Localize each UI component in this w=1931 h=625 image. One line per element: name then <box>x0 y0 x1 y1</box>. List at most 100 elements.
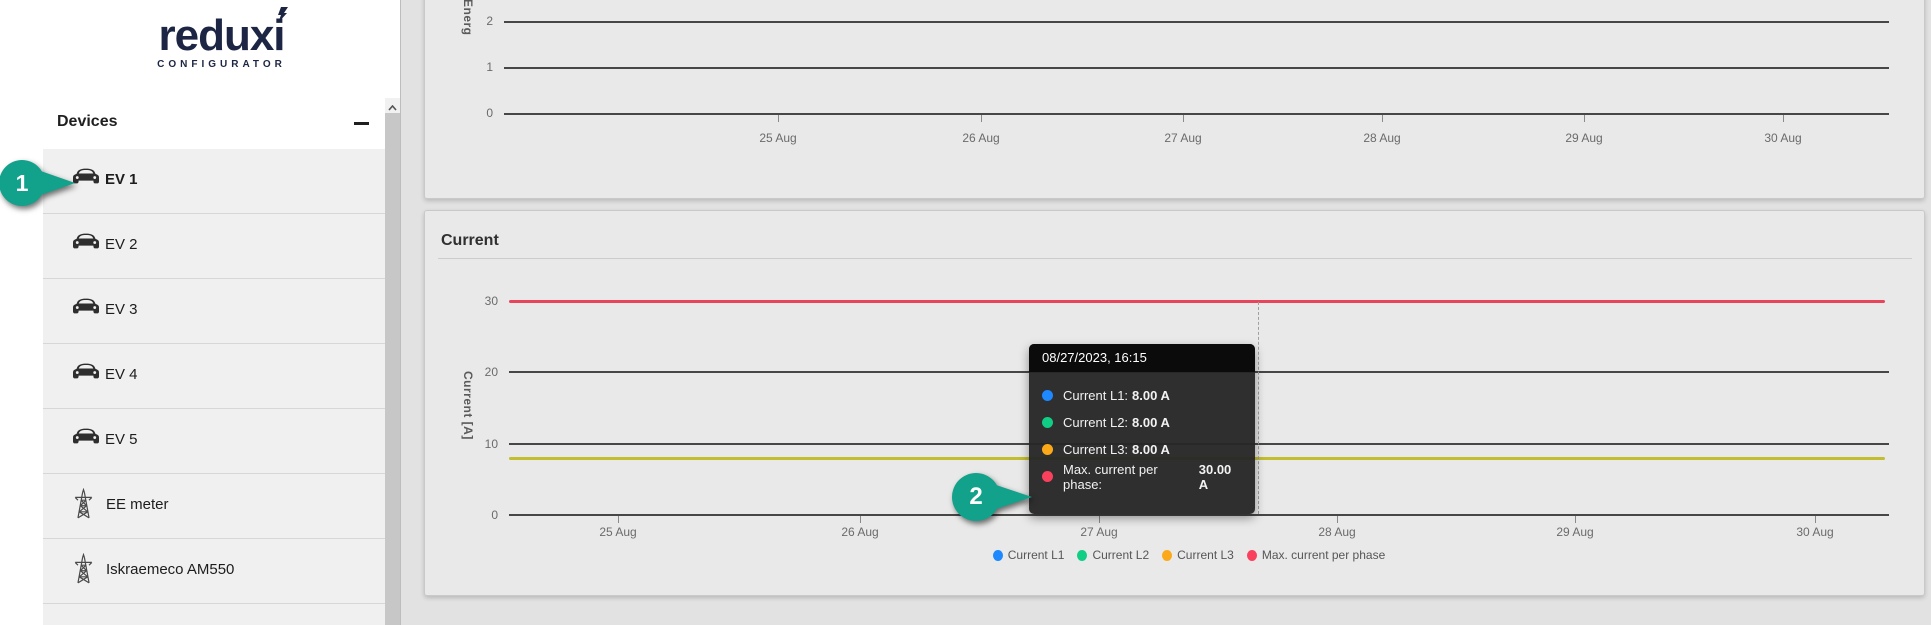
x-tick-mark <box>1584 115 1585 122</box>
scroll-up-button[interactable] <box>385 98 400 113</box>
x-tick-mark <box>860 516 861 523</box>
logo-header: reduxi CONFIGURATOR <box>43 0 400 99</box>
tooltip-row: Max. current per phase: 30.00 A <box>1042 461 1242 492</box>
x-tick-mark <box>1183 115 1184 122</box>
x-tick-label: 26 Aug <box>841 525 879 539</box>
tooltip-value: 8.00 A <box>1132 388 1170 403</box>
x-tick-label: 27 Aug <box>1080 525 1118 539</box>
tooltip-dot-amber <box>1042 444 1053 455</box>
tooltip-row: Current L2: 8.00 A <box>1042 409 1242 436</box>
legend-dot-amber <box>1162 549 1173 561</box>
chevron-up-icon <box>388 104 397 111</box>
gridline-0 <box>504 113 1889 115</box>
minus-icon <box>354 122 369 125</box>
transmission-tower-icon <box>70 488 97 519</box>
x-tick-label: 28 Aug <box>1318 525 1356 539</box>
sidebar-item-ev-5[interactable]: EV 5 <box>43 409 385 474</box>
scrollbar-thumb[interactable] <box>385 113 400 625</box>
tooltip-label: Current L2: <box>1063 415 1129 430</box>
lightning-bolt-icon <box>277 7 288 23</box>
annotation-badge-2[interactable]: 2 <box>952 473 1034 521</box>
sidebar-scrollbar[interactable] <box>385 98 400 625</box>
legend-dot-blue <box>992 549 1003 561</box>
y-tick-label: 0 <box>491 508 498 522</box>
legend-dot-red <box>1246 549 1257 561</box>
x-tick-mark <box>1099 516 1100 523</box>
sidebar-item-ev-3[interactable]: EV 3 <box>43 279 385 344</box>
sidebar-item-ev-4[interactable]: EV 4 <box>43 344 385 409</box>
legend-dot-green <box>1077 549 1088 561</box>
badge-number: 1 <box>0 160 45 206</box>
tooltip-value: 30.00 A <box>1198 461 1232 492</box>
current-y-axis-label: Current [A] <box>461 371 475 440</box>
tooltip-row: Current L1: 8.00 A <box>1042 382 1242 409</box>
x-tick-label: 29 Aug <box>1565 131 1603 145</box>
page-left-margin <box>0 0 43 625</box>
gridline-1 <box>504 67 1889 69</box>
tooltip-value: 8.00 A <box>1132 415 1170 430</box>
chart-legend: Current L1 Current L2 Current L3 Max. cu… <box>969 548 1409 562</box>
tooltip-row: Current L3: 8.00 A <box>1042 436 1242 463</box>
tooltip-timestamp: 08/27/2023, 16:15 <box>1029 344 1255 372</box>
badge-number: 2 <box>952 473 1000 521</box>
sidebar: reduxi CONFIGURATOR Devices EV 1 EV 2 EV… <box>43 0 401 625</box>
legend-item-max-current[interactable]: Max. current per phase <box>1246 548 1386 562</box>
legend-item-current-l3[interactable]: Current L3 <box>1162 548 1234 562</box>
x-tick-mark <box>778 115 779 122</box>
y-tick-label: 20 <box>484 365 498 379</box>
sidebar-item-ev-1[interactable]: EV 1 <box>43 149 385 214</box>
sidebar-item-iskraemeco[interactable]: Iskraemeco AM550 <box>43 539 385 604</box>
legend-label: Current L3 <box>1177 548 1234 562</box>
sidebar-item-label: EV 4 <box>105 366 138 383</box>
y-tick-label: 2 <box>486 14 493 28</box>
legend-item-current-l2[interactable]: Current L2 <box>1077 548 1149 562</box>
x-tick-mark <box>1783 115 1784 122</box>
legend-item-current-l1[interactable]: Current L1 <box>992 548 1065 562</box>
x-tick-mark <box>618 516 619 523</box>
y-tick-label: 0 <box>486 106 493 120</box>
tooltip-dot-blue <box>1042 390 1053 401</box>
car-icon <box>73 297 99 315</box>
sidebar-item-label: EV 2 <box>105 236 138 253</box>
sidebar-item-label: EV 1 <box>105 171 138 188</box>
x-tick-mark <box>1575 516 1576 523</box>
app-window: reduxi CONFIGURATOR Devices EV 1 EV 2 EV… <box>0 0 1931 625</box>
tooltip-dot-green <box>1042 417 1053 428</box>
sidebar-item-ee-meter[interactable]: EE meter <box>43 474 385 539</box>
x-tick-label: 27 Aug <box>1164 131 1202 145</box>
hover-crosshair-line <box>1258 302 1259 514</box>
transmission-tower-icon <box>70 553 97 584</box>
gridline-2 <box>504 21 1889 23</box>
y-tick-label: 30 <box>484 294 498 308</box>
x-tick-mark <box>1815 516 1816 523</box>
tooltip-label: Current L1: <box>1063 388 1129 403</box>
x-tick-label: 26 Aug <box>962 131 1000 145</box>
y-tick-label: 1 <box>486 60 493 74</box>
current-chart-panel: Current Current [A] 30 20 10 0 25 Aug 26… <box>424 210 1925 596</box>
sidebar-item-label: EV 5 <box>105 431 138 448</box>
x-tick-mark <box>1337 516 1338 523</box>
sidebar-item-label: EV 3 <box>105 301 138 318</box>
annotation-badge-1[interactable]: 1 <box>0 160 79 206</box>
energy-chart-panel: Energ 2 1 0 25 Aug 26 Aug 27 Aug 28 Aug … <box>424 0 1925 199</box>
x-tick-label: 30 Aug <box>1764 131 1802 145</box>
legend-label: Max. current per phase <box>1261 548 1386 562</box>
devices-section-header: Devices <box>43 98 385 150</box>
sidebar-item-partial <box>43 604 385 625</box>
current-chart-title: Current <box>441 232 499 249</box>
x-tick-label: 29 Aug <box>1556 525 1594 539</box>
collapse-section-button[interactable] <box>351 114 373 132</box>
x-tick-mark <box>1382 115 1383 122</box>
panel-title-divider <box>438 258 1912 259</box>
car-icon <box>73 362 99 380</box>
car-icon <box>73 427 99 445</box>
legend-label: Current L2 <box>1092 548 1150 562</box>
x-tick-label: 30 Aug <box>1796 525 1834 539</box>
x-tick-label: 28 Aug <box>1363 131 1401 145</box>
legend-label: Current L1 <box>1007 548 1065 562</box>
series-line-max-current[interactable] <box>509 300 1885 303</box>
sidebar-item-ev-2[interactable]: EV 2 <box>43 214 385 279</box>
devices-title: Devices <box>57 113 118 130</box>
tooltip-dot-red <box>1042 471 1053 482</box>
sidebar-item-label: EE meter <box>106 496 169 513</box>
